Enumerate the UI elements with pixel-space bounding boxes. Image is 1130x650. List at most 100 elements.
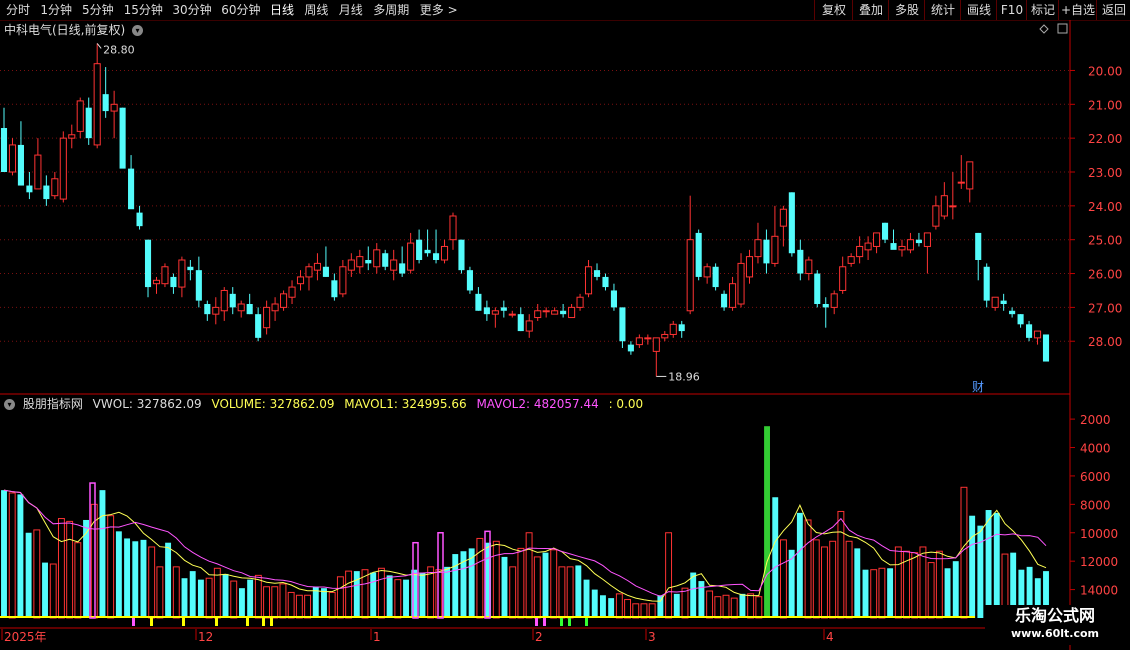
period-0[interactable]: 分时 [6, 0, 30, 20]
candle-body [458, 239, 465, 271]
volume-bar [205, 577, 213, 619]
toolbar-right-8[interactable]: 返回 [1096, 0, 1130, 20]
signal-volume-bar [484, 530, 491, 619]
toolbar-right-5[interactable]: F10 [996, 0, 1027, 20]
candle-body [212, 306, 220, 315]
mavol2-line [3, 489, 1047, 597]
toolbar-right-1[interactable]: 叠加 [852, 0, 889, 20]
volume-bar [509, 566, 517, 619]
price-tick-label: 24.00 [1088, 200, 1122, 214]
volume-bar [345, 570, 353, 619]
candle-body [288, 286, 296, 298]
price-tick-label: 25.00 [1088, 234, 1122, 248]
candle-body [542, 310, 550, 313]
volume-bar [829, 540, 837, 619]
volume-bar [254, 574, 262, 619]
candle-body [136, 212, 143, 227]
chart-options-icon[interactable]: ▾ [132, 25, 144, 36]
period-toolbar: 分时 1分钟 5分钟 15分钟 30分钟 60分钟 日线 周线 月线 多周期 更多 > 返回 +自选 标记… [0, 0, 1130, 21]
candle-body [34, 154, 42, 190]
toolbar-right-4[interactable]: 画线 [960, 0, 997, 20]
candle-body [797, 249, 804, 274]
candle-body [686, 239, 694, 312]
toolbar-right-6[interactable]: 标记 [1026, 0, 1059, 20]
volume-bar [599, 595, 606, 618]
volume-bar [894, 546, 902, 619]
candle-body [1033, 330, 1042, 339]
volume-bar [279, 583, 287, 619]
volume-bar [722, 594, 730, 619]
toolbar-right-2[interactable]: 多股 [888, 0, 925, 20]
period-9[interactable]: 多周期 [373, 0, 409, 20]
candle-body [737, 262, 745, 305]
chart-canvas[interactable]: 28.00 27.00 26.00 25.00 24.00 23.00 22.00 21.00… [0, 0, 1130, 650]
volume-bar [238, 588, 245, 618]
volume-bar [386, 575, 393, 618]
volume-bar [336, 576, 344, 619]
volume-bar [8, 492, 16, 619]
candle-body [864, 242, 872, 251]
volume-bar [197, 579, 204, 618]
candle-body [500, 307, 507, 311]
volume-bar [419, 572, 426, 618]
volume-bar [583, 579, 590, 618]
toolbar-right-7[interactable]: +自选 [1058, 0, 1097, 20]
signal-mark [568, 618, 571, 626]
candle-body [110, 103, 118, 112]
candle-body [856, 245, 864, 258]
period-3[interactable]: 15分钟 [124, 0, 163, 20]
candle-body [695, 232, 702, 277]
volume-bar [927, 562, 935, 619]
toolbar-right-3[interactable]: 统计 [924, 0, 961, 20]
candle-body [1042, 334, 1050, 362]
toolbar-right-0[interactable]: 复权 [814, 0, 853, 20]
volume-bar [321, 588, 327, 618]
period-8[interactable]: 月线 [339, 0, 363, 20]
candle-body [305, 266, 313, 278]
candle-body [661, 333, 669, 339]
candle-body [584, 266, 593, 295]
candle-body [915, 239, 922, 244]
period-2[interactable]: 5分钟 [82, 0, 114, 20]
volume-bar [566, 566, 574, 619]
signal-mark [535, 618, 538, 626]
volume-bar [165, 542, 172, 618]
candle-body [525, 320, 533, 332]
volume-bar [230, 580, 238, 619]
candle-body [17, 144, 24, 186]
vol-tick-label: 4000 [1080, 442, 1111, 456]
volume-bar [304, 594, 312, 619]
finance-badge: 财 [972, 380, 984, 394]
volume-bar [452, 554, 459, 618]
indicator-name[interactable]: 股朋指标网 [23, 397, 83, 411]
volume-bar [181, 578, 188, 618]
candle-body [449, 215, 457, 241]
candle-body [652, 337, 660, 352]
period-5[interactable]: 60分钟 [221, 0, 260, 20]
candle-body [788, 192, 795, 254]
volume-bar [501, 556, 508, 618]
volume-bar [99, 490, 106, 618]
period-6[interactable]: 日线 [270, 0, 294, 20]
candle-body [76, 100, 84, 132]
period-7[interactable]: 周线 [304, 0, 328, 20]
volume-bar [140, 539, 147, 618]
time-tick-label: 2 [535, 630, 543, 644]
pane-maximize-icon [1057, 23, 1068, 34]
period-10[interactable]: 更多 > [420, 0, 458, 20]
indicator-volume: VOLUME: 327862.09 [211, 397, 335, 411]
indicator-options-icon[interactable]: ▾ [4, 399, 15, 410]
candle-body [771, 235, 779, 264]
period-1[interactable]: 1分钟 [40, 0, 72, 20]
period-4[interactable]: 30分钟 [172, 0, 211, 20]
volume-bar [821, 546, 828, 619]
volume-bar [83, 519, 90, 618]
volume-bar [698, 581, 705, 618]
candle-body [85, 107, 92, 139]
volume-bar [485, 542, 492, 618]
volume-bar [427, 566, 435, 619]
candle-body [940, 195, 948, 217]
mavol1-line [3, 489, 1047, 602]
candle-body [483, 307, 490, 315]
volume-bar [870, 569, 878, 619]
